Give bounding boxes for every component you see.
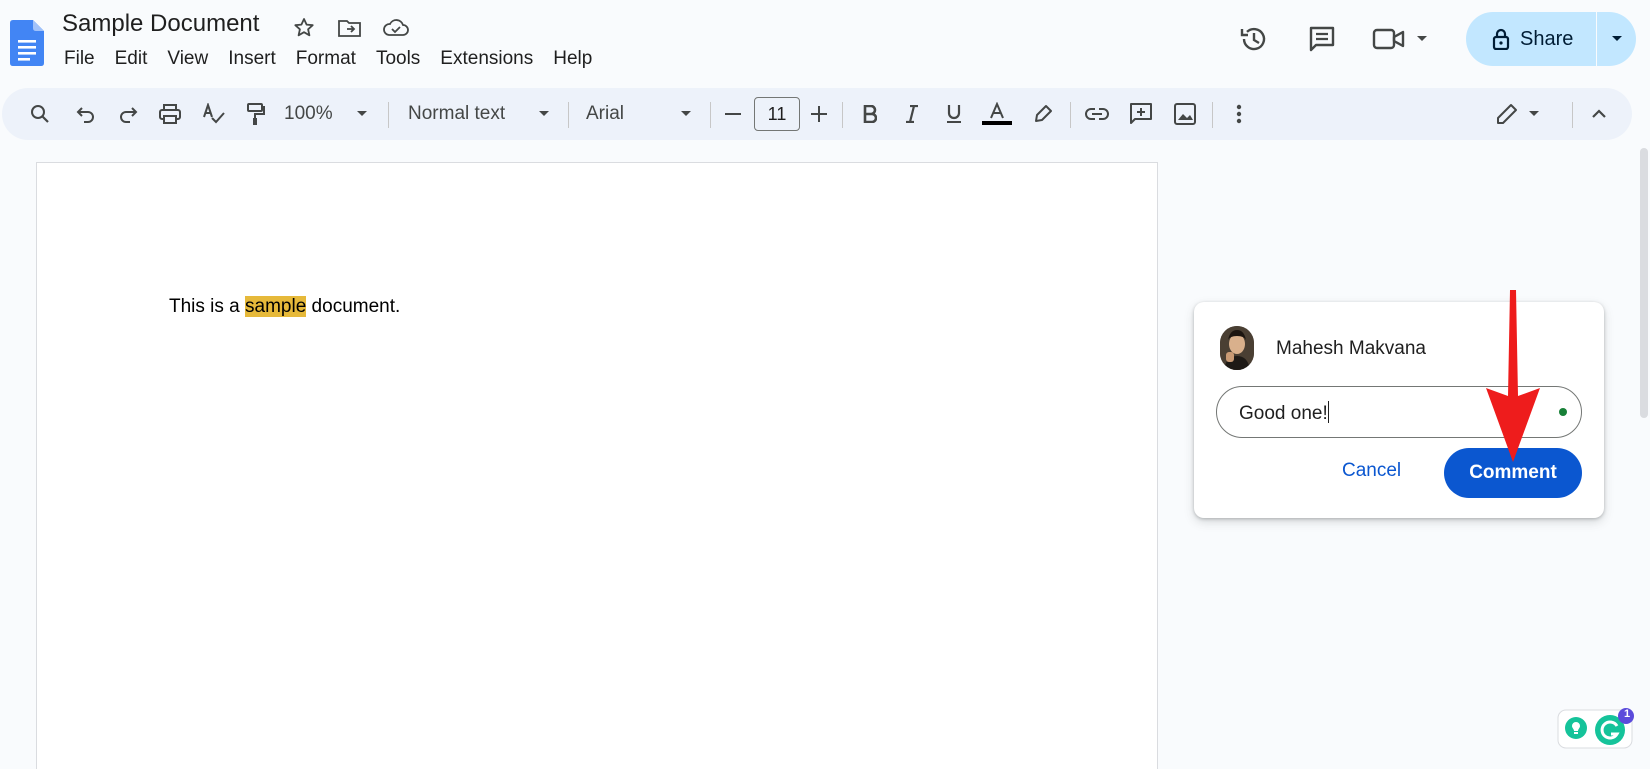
share-button[interactable]: Share [1466, 12, 1636, 66]
zoom-value: 100% [284, 103, 333, 124]
vertical-scrollbar[interactable] [1640, 148, 1648, 418]
toolbar-divider [388, 102, 389, 128]
increase-font-size-icon[interactable] [804, 88, 834, 140]
menu-help[interactable]: Help [543, 46, 602, 72]
paint-format-icon[interactable] [240, 88, 272, 140]
menu-bar: File Edit View Insert Format Tools Exten… [54, 46, 602, 72]
docs-logo-icon[interactable] [10, 20, 44, 66]
undo-icon[interactable] [70, 88, 102, 140]
more-options-icon[interactable] [1222, 88, 1256, 140]
share-dropdown[interactable] [1597, 35, 1636, 43]
toolbar-divider [710, 102, 711, 128]
menu-format[interactable]: Format [286, 46, 366, 72]
star-icon[interactable] [290, 14, 318, 42]
underline-icon[interactable] [938, 88, 970, 140]
body-text-after: document. [306, 296, 401, 317]
editing-mode-select[interactable] [1490, 88, 1546, 140]
grammarly-badge-count: 1 [1623, 708, 1631, 720]
chevron-down-icon [1417, 36, 1427, 41]
chevron-down-icon [1529, 111, 1539, 116]
top-bar: Sample Document File Edit View Insert Fo… [0, 0, 1650, 80]
meet-button[interactable] [1372, 17, 1438, 61]
toolbar-divider [568, 102, 569, 128]
style-select[interactable]: Normal text [408, 88, 550, 140]
add-comment-icon[interactable] [1124, 88, 1158, 140]
move-to-folder-icon[interactable] [336, 14, 364, 42]
search-menus-icon[interactable] [24, 88, 56, 140]
toolbar-divider [842, 102, 843, 128]
bold-icon[interactable] [854, 88, 886, 140]
print-icon[interactable] [154, 88, 186, 140]
chevron-down-icon [681, 111, 691, 116]
spellcheck-icon[interactable] [198, 88, 230, 140]
toolbar-divider [1070, 102, 1071, 128]
grammarly-widget[interactable]: 1 [1556, 706, 1640, 750]
formatting-toolbar: 100% Normal text Arial 11 [2, 88, 1632, 140]
italic-icon[interactable] [896, 88, 928, 140]
version-history-icon[interactable] [1232, 17, 1276, 61]
text-color-icon[interactable] [980, 88, 1014, 140]
menu-view[interactable]: View [157, 46, 218, 72]
comment-input-value: Good one! [1239, 403, 1328, 424]
document-body[interactable]: This is a sample document. [169, 296, 400, 318]
chevron-down-icon [357, 111, 367, 116]
toolbar-divider [1572, 102, 1573, 128]
annotation-arrow-icon [1486, 290, 1540, 462]
lock-icon [1492, 28, 1510, 50]
share-main[interactable]: Share [1466, 28, 1596, 51]
decrease-font-size-icon[interactable] [718, 88, 748, 140]
comment-author: Mahesh Makvana [1276, 338, 1426, 359]
cloud-saved-icon[interactable] [382, 14, 410, 42]
collapse-menus-icon[interactable] [1582, 88, 1616, 140]
menu-tools[interactable]: Tools [366, 46, 430, 72]
redo-icon[interactable] [112, 88, 144, 140]
chevron-down-icon [1611, 36, 1622, 41]
title-actions [290, 14, 410, 42]
document-page[interactable]: This is a sample document. [36, 162, 1158, 769]
lightbulb-icon[interactable] [1565, 717, 1587, 739]
comments-icon[interactable] [1300, 17, 1344, 61]
cancel-button[interactable]: Cancel [1342, 460, 1401, 482]
document-title[interactable]: Sample Document [62, 10, 259, 38]
share-label: Share [1520, 27, 1574, 50]
font-value: Arial [586, 103, 625, 124]
video-camera-icon [1372, 28, 1405, 50]
menu-file[interactable]: File [54, 46, 105, 72]
insert-image-icon[interactable] [1168, 88, 1202, 140]
highlight-color-icon[interactable] [1026, 88, 1060, 140]
font-select[interactable]: Arial [586, 88, 692, 140]
commented-text-highlight[interactable]: sample [245, 296, 307, 317]
chevron-down-icon [539, 111, 549, 116]
menu-extensions[interactable]: Extensions [430, 46, 543, 72]
pencil-icon [1497, 104, 1517, 124]
font-size-value: 11 [767, 103, 787, 124]
grammarly-status-dot [1559, 408, 1567, 416]
toolbar-divider [1212, 102, 1213, 128]
zoom-select[interactable]: 100% [284, 88, 368, 140]
style-value: Normal text [408, 103, 506, 124]
body-text-before: This is a [169, 296, 246, 317]
menu-insert[interactable]: Insert [218, 46, 286, 72]
menu-edit[interactable]: Edit [105, 46, 158, 72]
avatar [1220, 326, 1254, 370]
insert-link-icon[interactable] [1080, 88, 1114, 140]
text-caret [1327, 401, 1330, 423]
font-size-input[interactable]: 11 [754, 97, 800, 131]
